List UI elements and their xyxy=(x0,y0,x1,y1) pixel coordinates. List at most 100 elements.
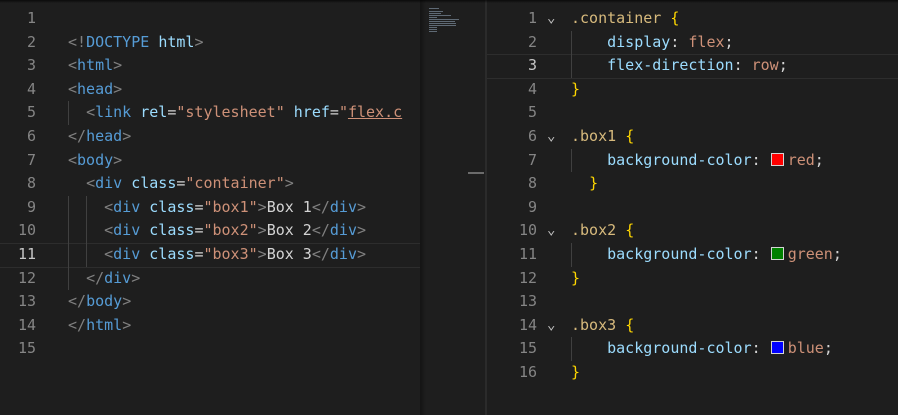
code-token: > xyxy=(284,174,294,193)
code-token: : xyxy=(751,339,770,358)
code-line[interactable]: 13 </body> xyxy=(0,290,420,314)
code-token: background-color xyxy=(607,150,752,169)
code-text[interactable]: flex-direction: row; xyxy=(571,54,788,78)
code-text[interactable]: background-color: red; xyxy=(571,149,824,173)
code-text[interactable]: } xyxy=(571,78,580,102)
code-line[interactable]: 5 xyxy=(487,101,898,125)
code-text[interactable]: } xyxy=(571,267,580,291)
code-line[interactable]: 1 ⌄ .container { xyxy=(487,7,898,31)
code-line[interactable]: 9 <div class="box1">Box 1</div> xyxy=(0,196,420,220)
color-swatch-icon[interactable] xyxy=(770,247,784,260)
fold-chevron-icon[interactable]: ⌄ xyxy=(547,125,555,149)
code-line[interactable]: 10 ⌄ .box2 { xyxy=(487,219,898,243)
code-line[interactable]: 12} xyxy=(487,267,898,291)
line-number: 8 xyxy=(26,174,36,193)
code-line[interactable]: 11 <div class="box3">Box 3</div> xyxy=(0,243,420,267)
code-token: ; xyxy=(832,245,842,263)
minimap[interactable] xyxy=(420,0,485,415)
code-line[interactable]: 4 <head> xyxy=(0,78,420,102)
code-line[interactable]: 7 background-color: red; xyxy=(487,149,898,173)
line-number: 1 xyxy=(527,9,537,27)
fold-chevron-icon[interactable]: ⌄ xyxy=(547,7,555,31)
code-text[interactable]: <div class="box3">Box 3</div> xyxy=(68,243,366,267)
code-text[interactable]: <link rel="stylesheet" href="flex.c xyxy=(68,101,402,125)
code-text[interactable]: .container { xyxy=(571,7,679,31)
code-text[interactable]: <!DOCTYPE html> xyxy=(68,31,203,55)
code-text[interactable]: background-color: blue; xyxy=(571,337,833,361)
code-text[interactable]: <div class="box1">Box 1</div> xyxy=(68,196,366,220)
code-line[interactable]: 4} xyxy=(487,78,898,102)
code-line[interactable]: 15 xyxy=(0,337,420,361)
code-token: "box3" xyxy=(203,245,258,263)
code-text[interactable]: .box3 { xyxy=(571,314,634,338)
line-number: 12 xyxy=(17,268,36,287)
code-token: Box 1 xyxy=(266,197,312,216)
code-token: } xyxy=(571,363,581,381)
code-line[interactable]: 5 <link rel="stylesheet" href="flex.c xyxy=(0,101,420,125)
code-text[interactable]: <body> xyxy=(68,149,122,173)
code-line[interactable]: 14 ⌄ .box3 { xyxy=(487,314,898,338)
code-token: class xyxy=(149,221,195,240)
code-line[interactable]: 11 background-color: green; xyxy=(487,243,898,267)
code-line[interactable]: 9 xyxy=(487,196,898,220)
code-line[interactable]: 16} xyxy=(487,361,898,385)
code-line[interactable]: 3 <html> xyxy=(0,54,420,78)
code-line[interactable]: 2 display: flex; xyxy=(487,31,898,55)
line-number: 5 xyxy=(26,103,36,122)
code-text[interactable]: </div> xyxy=(68,267,140,291)
code-token: } xyxy=(571,79,581,98)
code-line[interactable]: 3 flex-direction: row; xyxy=(487,54,898,78)
code-text[interactable]: } xyxy=(571,172,598,196)
code-token: .container xyxy=(571,9,662,27)
code-text[interactable]: background-color: green; xyxy=(571,243,842,267)
color-swatch-icon[interactable] xyxy=(770,152,784,166)
code-text[interactable]: <head> xyxy=(68,78,122,102)
code-text[interactable]: </body> xyxy=(68,290,131,314)
indent-guide xyxy=(68,101,69,125)
code-text[interactable]: .box1 { xyxy=(571,125,634,149)
code-line[interactable]: 10 <div class="box2">Box 2</div> xyxy=(0,219,420,243)
code-line[interactable]: 12 </div> xyxy=(0,267,420,291)
code-token: < xyxy=(86,103,96,122)
code-text[interactable]: </head> xyxy=(68,125,131,149)
code-text[interactable]: } xyxy=(571,361,580,385)
code-token: > xyxy=(357,245,367,263)
line-number: 5 xyxy=(527,103,537,122)
code-token: : xyxy=(733,56,752,75)
fold-chevron-icon[interactable]: ⌄ xyxy=(547,314,555,338)
code-token: .box3 xyxy=(571,315,617,334)
code-text[interactable]: display: flex; xyxy=(571,31,733,55)
css-editor[interactable]: 1 ⌄ .container {2 display: flex; 3 flex-dir… xyxy=(487,0,898,415)
code-text[interactable]: <div class="box2">Box 2</div> xyxy=(68,219,366,243)
code-line[interactable]: 13 xyxy=(487,290,898,314)
line-number: 8 xyxy=(527,174,537,193)
code-text[interactable]: </html> xyxy=(68,314,131,338)
code-line[interactable]: 14 </html> xyxy=(0,314,420,338)
code-token: { xyxy=(670,9,680,27)
code-token: > xyxy=(113,79,123,98)
code-line[interactable]: 8 } xyxy=(487,172,898,196)
code-line[interactable]: 6 </head> xyxy=(0,125,420,149)
code-text[interactable]: <html> xyxy=(68,54,122,78)
fold-chevron-icon[interactable]: ⌄ xyxy=(547,219,555,243)
code-line[interactable]: 7 <body> xyxy=(0,149,420,173)
code-token: ; xyxy=(814,150,824,169)
code-line[interactable]: 6 ⌄ .box1 { xyxy=(487,125,898,149)
html-editor[interactable]: 1 2 <!DOCTYPE html> 3 <html> 4 <head> 5 <link r… xyxy=(0,0,420,415)
color-swatch-icon[interactable] xyxy=(770,341,784,355)
code-text[interactable]: .box2 { xyxy=(571,219,634,243)
code-token: } xyxy=(571,268,581,287)
code-line[interactable]: 8 <div class="container"> xyxy=(0,172,420,196)
code-token: </ xyxy=(311,245,330,263)
code-text[interactable]: <div class="container"> xyxy=(68,172,294,196)
minimap-line xyxy=(429,11,443,12)
code-token: ; xyxy=(778,56,788,75)
code-line[interactable]: 1 xyxy=(0,7,420,31)
code-line[interactable]: 2 <!DOCTYPE html> xyxy=(0,31,420,55)
code-line[interactable]: 15 background-color: blue; xyxy=(487,337,898,361)
